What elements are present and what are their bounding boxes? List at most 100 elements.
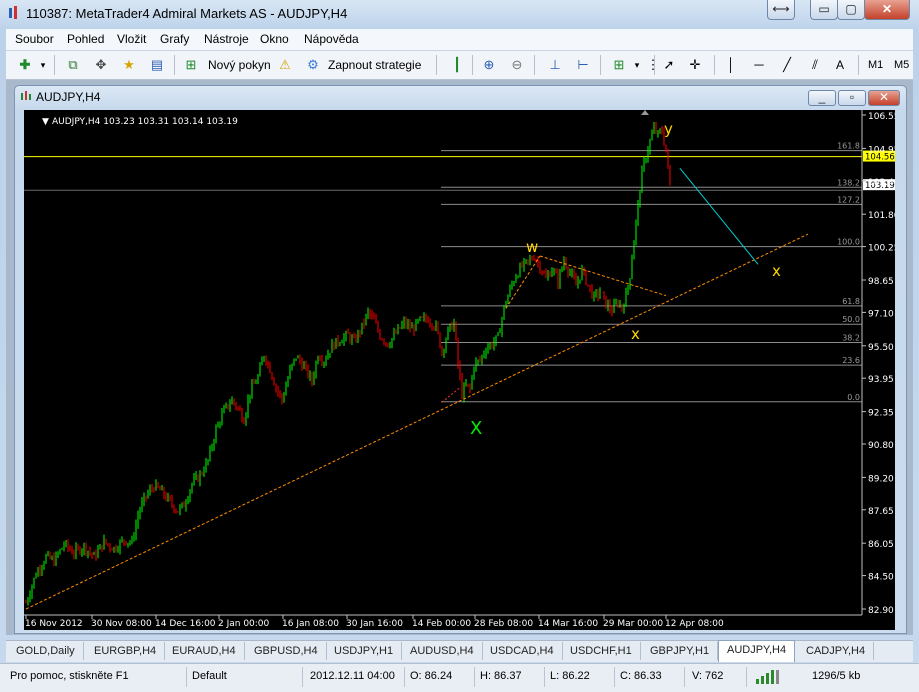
- title-bar: 110387: MetaTrader4 Admiral Markets AS -…: [0, 0, 919, 28]
- price-label: 101.80: [868, 211, 895, 221]
- time-label: 12 Apr 08:00: [665, 619, 724, 629]
- close-button[interactable]: ✕: [864, 0, 910, 20]
- price-label: 106.55: [868, 112, 895, 122]
- price-label: 87.65: [868, 507, 894, 517]
- crosshair-icon[interactable]: ✛: [686, 56, 704, 74]
- wave-w-line-2: [539, 255, 667, 297]
- time-label: 29 Mar 00:00: [603, 619, 663, 629]
- vertical-line-icon[interactable]: │: [722, 56, 740, 74]
- navigator-icon[interactable]: ▤: [148, 56, 166, 74]
- status-traffic: 1296/5 kb: [812, 670, 861, 682]
- tab-usdchf-h1[interactable]: USDCHF,H1: [562, 642, 641, 660]
- tab-eurgbp-h4[interactable]: EURGBP,H4: [86, 642, 166, 660]
- strategy-button[interactable]: Zapnout strategie: [328, 55, 421, 75]
- cursor-icon[interactable]: ➚: [660, 56, 678, 74]
- fib-label: 50.0: [842, 315, 860, 324]
- price-label: 82.90: [868, 606, 894, 616]
- time-label: 14 Feb 00:00: [412, 619, 471, 629]
- chart-info-triangle: ▼: [42, 117, 49, 127]
- tab-audjpy-h4[interactable]: AUDJPY,H4: [718, 640, 796, 662]
- price-label: 86.05: [868, 540, 894, 550]
- strategy-icon[interactable]: ⚙: [304, 56, 322, 74]
- fib-label: 161.8: [837, 142, 860, 151]
- chart-shift-icon[interactable]: ⊢: [574, 56, 592, 74]
- market-watch-icon[interactable]: ✥: [92, 56, 110, 74]
- fib-label: 61.8: [842, 297, 860, 306]
- menu-okno[interactable]: Okno: [260, 32, 289, 46]
- status-close: C: 86.33: [620, 670, 662, 682]
- time-label: 14 Mar 16:00: [538, 619, 598, 629]
- chart-window-icon: [20, 90, 32, 102]
- chart-minimize-button[interactable]: _: [808, 90, 836, 106]
- menu-grafy[interactable]: Grafy: [160, 32, 189, 46]
- menu-bar: Soubor Pohled Vložit Grafy Nástroje Okno…: [6, 29, 913, 51]
- chart-maximize-button[interactable]: ▫: [838, 90, 866, 106]
- trendline-icon[interactable]: ╱: [778, 56, 796, 74]
- wave-label-y: y: [664, 120, 673, 138]
- minimize-button[interactable]: ▭: [810, 0, 838, 20]
- price-chart[interactable]: 161.8 138.2 127.2 100.0 61.8 50.0 38.2 23.6 0.0 1…: [24, 110, 900, 630]
- chart-tabs: GOLD,Daily EURGBP,H4 EURAUD,H4 GBPUSD,H4 USD…: [6, 640, 913, 662]
- bar-chart-icon[interactable]: ┃: [448, 56, 466, 74]
- tab-gbpusd-h4[interactable]: GBPUSD,H4: [246, 642, 327, 660]
- time-label: 30 Jan 16:00: [346, 619, 403, 629]
- price-label: 98.65: [868, 277, 894, 287]
- status-datetime: 2012.12.11 04:00: [310, 670, 395, 682]
- timeframe-m5-button[interactable]: M5: [894, 55, 909, 75]
- menu-pohled[interactable]: Pohled: [67, 32, 104, 46]
- status-profile: Default: [192, 670, 227, 682]
- tab-gold-daily[interactable]: GOLD,Daily: [8, 642, 84, 660]
- indicators-icon[interactable]: ⊞: [610, 56, 628, 74]
- new-chart-icon[interactable]: ✚: [16, 56, 34, 74]
- status-low: L: 86.22: [550, 670, 590, 682]
- dropdown-arrow-icon[interactable]: ▾: [34, 56, 52, 74]
- warning-icon[interactable]: ⚠: [276, 56, 294, 74]
- maximize-button[interactable]: ▢: [837, 0, 865, 20]
- connection-bars-icon: [756, 670, 782, 684]
- tab-audusd-h4[interactable]: AUDUSD,H4: [402, 642, 483, 660]
- tab-usdjpy-h1[interactable]: USDJPY,H1: [326, 642, 403, 660]
- menu-vlozit[interactable]: Vložit: [117, 32, 146, 46]
- autoscroll-icon[interactable]: ⊥: [546, 56, 564, 74]
- app-icon: [8, 6, 20, 20]
- wave-w-line-1: [505, 255, 541, 309]
- time-label: 30 Nov 08:00: [91, 619, 152, 629]
- new-order-button[interactable]: Nový pokyn: [208, 55, 271, 75]
- price-label: 84.50: [868, 573, 894, 583]
- toolbar: ✚ ▾ ⧉ ✥ ★ ▤ ⊞ Nový pokyn ⚠ ⚙ Zapnout str…: [6, 51, 913, 80]
- wave-x-line: [441, 387, 461, 403]
- time-label: 14 Dec 16:00: [155, 619, 216, 629]
- favorites-icon[interactable]: ★: [120, 56, 138, 74]
- horizontal-line-icon[interactable]: ─: [750, 56, 768, 74]
- time-label: 2 Jan 00:00: [218, 619, 270, 629]
- zoom-out-icon[interactable]: ⊖: [508, 56, 526, 74]
- price-label: 95.50: [868, 343, 894, 353]
- tab-gbpjpy-h1[interactable]: GBPJPY,H1: [642, 642, 719, 660]
- chart-info: AUDJPY,H4 103.23 103.31 103.14 103.19: [52, 117, 238, 127]
- tab-euraud-h4[interactable]: EURAUD,H4: [164, 642, 245, 660]
- window-title: 110387: MetaTrader4 Admiral Markets AS -…: [26, 6, 348, 21]
- projection-line: [679, 167, 759, 265]
- fib-label: 38.2: [842, 334, 860, 343]
- price-label: 103.40: [868, 178, 895, 188]
- timeframe-m1-button[interactable]: M1: [868, 55, 883, 75]
- zoom-in-icon[interactable]: ⊕: [480, 56, 498, 74]
- status-open: O: 86.24: [410, 670, 453, 682]
- profiles-icon[interactable]: ⧉: [64, 56, 82, 74]
- tab-cadjpy-h4[interactable]: CADJPY,H4: [798, 642, 875, 660]
- trendline: [25, 233, 809, 610]
- menu-napoveda[interactable]: Nápověda: [304, 32, 359, 46]
- time-label: 28 Feb 08:00: [474, 619, 533, 629]
- menu-soubor[interactable]: Soubor: [15, 32, 54, 46]
- new-order-icon[interactable]: ⊞: [182, 56, 200, 74]
- tab-usdcad-h4[interactable]: USDCAD,H4: [482, 642, 563, 660]
- text-tool-button[interactable]: A: [836, 55, 844, 75]
- chart-close-button[interactable]: ✕: [868, 90, 900, 106]
- restore-button[interactable]: ⟷: [767, 0, 795, 20]
- channel-icon[interactable]: ⫽: [806, 56, 824, 74]
- menu-nastroje[interactable]: Nástroje: [204, 32, 249, 46]
- price-label: 104.95: [868, 145, 895, 155]
- wave-label-x1: x: [631, 325, 640, 343]
- fib-label: 127.2: [837, 195, 860, 204]
- price-label: 97.10: [868, 309, 894, 319]
